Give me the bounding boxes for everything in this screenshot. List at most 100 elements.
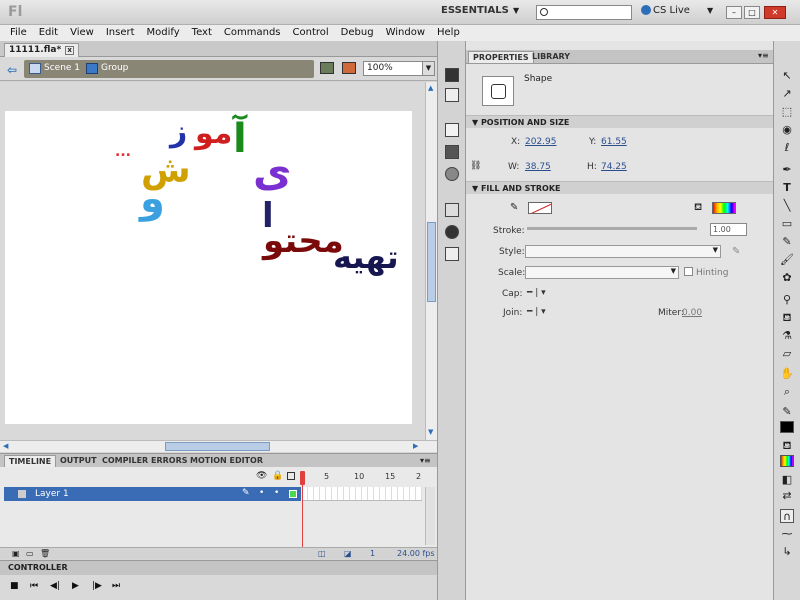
straighten-icon[interactable]: ↳ bbox=[780, 545, 794, 559]
lock-dot-icon[interactable]: • bbox=[274, 488, 279, 498]
go-to-end-button[interactable]: ⏭ bbox=[112, 581, 120, 591]
smooth-icon[interactable]: ⁓ bbox=[780, 527, 794, 541]
menu-modify[interactable]: Modify bbox=[141, 25, 186, 41]
stage-horizontal-scrollbar[interactable]: ◀ ▶ bbox=[0, 440, 437, 452]
menu-help[interactable]: Help bbox=[431, 25, 466, 41]
artwork-glyph-alef-madda[interactable]: آ bbox=[233, 119, 247, 159]
outline-color-icon[interactable] bbox=[289, 490, 297, 498]
artwork-glyph-zeh[interactable]: ز bbox=[170, 117, 187, 147]
new-folder-icon[interactable]: ▭ bbox=[26, 549, 34, 558]
pen-tool-icon[interactable]: ✒ bbox=[780, 163, 794, 177]
free-transform-tool-icon[interactable]: ⬚ bbox=[780, 105, 794, 119]
code-snippets-icon[interactable] bbox=[445, 123, 459, 137]
artwork-glyph-yeh[interactable]: ی bbox=[253, 151, 292, 193]
chevron-down-icon[interactable]: ▼ bbox=[422, 62, 434, 75]
pencil-tool-icon[interactable]: ✎ bbox=[780, 235, 794, 249]
menu-file[interactable]: File bbox=[4, 25, 33, 41]
edit-multiple-frames-icon[interactable]: ◪ bbox=[344, 549, 352, 558]
horizontal-scroll-thumb[interactable] bbox=[165, 442, 270, 451]
cs-live-dropdown-icon[interactable]: ▼ bbox=[707, 6, 713, 15]
join-select[interactable]: ━ | ▾ bbox=[527, 307, 546, 317]
motion-presets-icon[interactable] bbox=[445, 68, 459, 82]
back-arrow-icon[interactable]: ⇦ bbox=[7, 63, 17, 77]
lock-icon[interactable]: 🔒 bbox=[272, 471, 283, 481]
bone-tool-icon[interactable]: ⚲ bbox=[780, 293, 794, 307]
help-search-input[interactable] bbox=[536, 5, 632, 20]
menu-control[interactable]: Control bbox=[287, 25, 335, 41]
timeline-scrollbar[interactable] bbox=[425, 487, 435, 545]
menu-debug[interactable]: Debug bbox=[335, 25, 380, 41]
delete-layer-icon[interactable]: 🗑 bbox=[40, 549, 50, 558]
document-tab[interactable]: 11111.fla* x bbox=[4, 43, 80, 57]
link-icon[interactable]: ⛓ bbox=[470, 161, 481, 171]
play-button[interactable]: ▶ bbox=[72, 581, 79, 591]
zoom-select[interactable]: 100% ▼ bbox=[363, 61, 435, 76]
stage[interactable]: آ مو ز ی ا ش و ... تهیه محتو bbox=[5, 111, 412, 424]
hinting-checkbox[interactable] bbox=[684, 267, 693, 276]
cs-live-button[interactable]: CS Live bbox=[641, 5, 690, 16]
y-value[interactable]: 61.55 bbox=[601, 137, 627, 147]
outline-toggle-icon[interactable] bbox=[287, 472, 295, 480]
close-window-button[interactable]: ✕ bbox=[764, 6, 786, 19]
tab-properties[interactable]: PROPERTIES bbox=[468, 51, 534, 63]
edit-stroke-style-icon[interactable]: ✎ bbox=[732, 246, 740, 257]
info-icon[interactable] bbox=[445, 225, 459, 239]
playhead[interactable] bbox=[300, 471, 305, 557]
panel-menu-icon[interactable]: ▾≡ bbox=[420, 456, 431, 465]
artwork-glyph-mim-vav[interactable]: مو bbox=[195, 119, 232, 149]
workspace-switcher[interactable]: ESSENTIALS bbox=[441, 5, 509, 16]
layer-row[interactable]: Layer 1 ✎ • • bbox=[4, 487, 301, 501]
x-value[interactable]: 202.95 bbox=[525, 137, 557, 147]
miter-value[interactable]: 0.00 bbox=[682, 308, 702, 318]
stroke-style-select[interactable]: ▼ bbox=[525, 245, 721, 258]
breadcrumb-scene[interactable]: Scene 1 bbox=[44, 63, 80, 73]
breadcrumb-group[interactable]: Group bbox=[101, 63, 128, 73]
frame-rate[interactable]: 24.00 fps bbox=[397, 549, 435, 558]
onion-skin-icon[interactable]: ◫ bbox=[318, 549, 326, 558]
eraser-tool-icon[interactable]: ▱ bbox=[780, 347, 794, 361]
step-back-button[interactable]: ◀| bbox=[50, 581, 60, 591]
tab-motion-editor[interactable]: MOTION EDITOR bbox=[186, 455, 267, 466]
artwork-glyph-vav[interactable]: و bbox=[140, 179, 165, 219]
section-position-size[interactable]: ▼ POSITION AND SIZE bbox=[466, 115, 773, 128]
menu-window[interactable]: Window bbox=[380, 25, 431, 41]
deco-tool-icon[interactable]: ✿ bbox=[780, 271, 794, 285]
stage-vertical-scrollbar[interactable]: ▲ ▼ bbox=[425, 82, 437, 440]
artwork-word-mohtava[interactable]: محتو bbox=[263, 224, 344, 258]
stroke-width-input[interactable]: 1.00 bbox=[710, 223, 747, 236]
step-forward-button[interactable]: |▶ bbox=[92, 581, 102, 591]
menu-text[interactable]: Text bbox=[186, 25, 218, 41]
menu-insert[interactable]: Insert bbox=[100, 25, 141, 41]
playhead-handle[interactable] bbox=[300, 471, 305, 485]
scroll-left-icon[interactable]: ◀ bbox=[3, 442, 8, 450]
stroke-color-chip[interactable] bbox=[780, 421, 794, 433]
frames-row[interactable] bbox=[302, 487, 422, 501]
scale-select[interactable]: ▼ bbox=[525, 266, 679, 279]
snap-to-objects-icon[interactable]: ∩ bbox=[780, 509, 794, 523]
selection-tool-icon[interactable]: ↖ bbox=[780, 69, 794, 83]
rectangle-tool-icon[interactable]: ▭ bbox=[780, 217, 794, 231]
menu-view[interactable]: View bbox=[64, 25, 100, 41]
lasso-tool-icon[interactable]: ℓ bbox=[780, 141, 794, 155]
section-fill-stroke[interactable]: ▼ FILL AND STROKE bbox=[466, 181, 773, 194]
swatches-icon[interactable] bbox=[445, 167, 459, 181]
3d-rotation-tool-icon[interactable]: ◉ bbox=[780, 123, 794, 137]
tab-compiler-errors[interactable]: COMPILER ERRORS bbox=[98, 455, 192, 466]
tab-timeline[interactable]: TIMELINE bbox=[4, 455, 57, 467]
tab-library[interactable]: LIBRARY bbox=[528, 51, 574, 62]
new-layer-icon[interactable]: ▣ bbox=[12, 549, 20, 558]
fill-color-chip[interactable] bbox=[780, 455, 794, 467]
brush-tool-icon[interactable]: 🖌 bbox=[780, 253, 794, 267]
menu-commands[interactable]: Commands bbox=[218, 25, 287, 41]
components-icon[interactable] bbox=[445, 145, 459, 159]
minimize-button[interactable]: – bbox=[726, 6, 742, 19]
layer-name[interactable]: Layer 1 bbox=[35, 489, 69, 499]
maximize-button[interactable]: □ bbox=[744, 6, 760, 19]
hand-tool-icon[interactable]: ✋ bbox=[780, 367, 794, 381]
swap-colors-icon[interactable]: ⇄ bbox=[780, 489, 794, 503]
paint-bucket-tool-icon[interactable]: ⛾ bbox=[780, 311, 794, 325]
panel-menu-icon[interactable]: ▾≡ bbox=[758, 51, 769, 60]
line-tool-icon[interactable]: ╲ bbox=[780, 199, 794, 213]
edit-symbols-icon[interactable] bbox=[342, 62, 356, 74]
visibility-dot-icon[interactable]: • bbox=[259, 488, 264, 498]
